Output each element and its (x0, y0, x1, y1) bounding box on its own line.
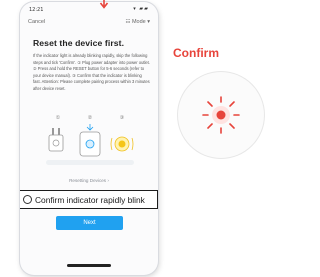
confirm-label[interactable]: Confirm indicator rapidly blink (35, 195, 145, 205)
status-icons: ▾ ▰▰ (133, 6, 149, 12)
cancel-button[interactable]: Cancel (28, 19, 45, 25)
instructions-text: If the indicator light is already blinki… (33, 53, 150, 91)
confirm-radio[interactable] (23, 194, 32, 204)
resetting-devices-link[interactable]: Resetting Devices › (20, 178, 158, 183)
page-title: Reset the device first. (33, 38, 125, 48)
top-bar: Cancel ☷ Mode ▾ (20, 17, 158, 29)
callout-title: Confirm (173, 46, 219, 60)
status-time: 12:21 (29, 7, 44, 13)
status-bar: 12:21 ▾ ▰▰ (20, 2, 158, 16)
step-3-label: ③ (120, 115, 124, 121)
step-1-label: ① (56, 115, 61, 121)
confirm-checkbox-row[interactable]: Confirm indicator rapidly blink (20, 190, 158, 209)
reset-illustration: ① ② ③ (46, 115, 134, 165)
next-button[interactable]: Next (56, 216, 123, 230)
home-indicator (67, 264, 111, 267)
plug-icon (48, 128, 64, 152)
blinking-light-icon (110, 136, 134, 152)
reset-button-icon (79, 124, 101, 157)
zoom-callout (178, 72, 264, 158)
mode-selector[interactable]: ☷ Mode ▾ (125, 19, 150, 25)
arrow-down-icon (99, 0, 109, 9)
phone-frame: 12:21 ▾ ▰▰ Cancel ☷ Mode ▾ Reset the dev… (20, 2, 158, 275)
blinking-indicator-icon (202, 96, 240, 134)
illustration-base (46, 160, 134, 165)
step-2-label: ② (88, 115, 93, 121)
